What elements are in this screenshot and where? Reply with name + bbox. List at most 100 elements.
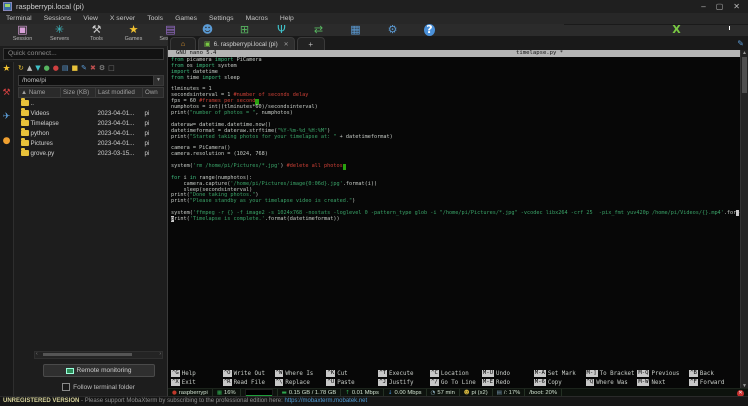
footer-text: - Please support MobaXterm by subscribin… <box>79 398 284 404</box>
menu-item-x-server[interactable]: X server <box>104 15 141 22</box>
menu-item-sessions[interactable]: Sessions <box>38 15 78 22</box>
nano-shortcut-set-mark[interactable]: M-ASet Mark <box>534 369 586 378</box>
sidebar-dock: ★ ⚒ ✈ ● <box>0 62 14 397</box>
nano-shortcut-back[interactable]: ^BBack <box>689 369 741 378</box>
path-dropdown-icon[interactable]: ▼ <box>153 76 163 85</box>
file-row[interactable]: Pictures2023-04-01...pi <box>19 138 164 148</box>
nano-shortcut-execute[interactable]: ^TExecute <box>378 369 430 378</box>
file-row[interactable]: grove.py2023-03-15...pi <box>19 148 164 158</box>
tools-dock-icon[interactable]: ⚒ <box>2 88 10 98</box>
refresh-icon[interactable]: ↻ <box>18 64 24 72</box>
path-input[interactable]: /home/pi <box>19 77 153 84</box>
edit-icon[interactable]: ✎ <box>81 64 87 72</box>
close-button[interactable]: ✕ <box>733 2 740 11</box>
settings-icon: ⚙ <box>388 24 398 36</box>
file-row[interactable]: python2023-04-01...pi <box>19 128 164 138</box>
sftp-icon[interactable]: ● <box>3 136 11 146</box>
file-modified: 2023-04-01... <box>96 108 143 118</box>
nano-shortcut-location[interactable]: ^CLocation <box>430 369 482 378</box>
quick-connect-input[interactable]: Quick connect... <box>3 48 164 60</box>
tab-home[interactable]: ⌂ <box>170 37 196 50</box>
column-header-2[interactable]: Last modified <box>96 88 143 98</box>
folder-up-icon[interactable]: ▲ <box>27 64 32 72</box>
menu-item-help[interactable]: Help <box>274 15 300 22</box>
nano-shortcut-go-to-line[interactable]: ^/Go To Line <box>430 378 482 387</box>
tab-close-icon[interactable]: ✕ <box>284 41 289 48</box>
nano-shortcut-next[interactable]: M-WNext <box>637 378 689 387</box>
nano-shortcut-copy[interactable]: M-6Copy <box>534 378 586 387</box>
session-icon: ▣ <box>17 24 27 36</box>
menu-item-view[interactable]: View <box>77 15 104 22</box>
code-area[interactable]: from picamera import PiCamerafrom os imp… <box>168 57 748 223</box>
games-button[interactable]: ★Games <box>115 24 152 42</box>
menu-item-settings[interactable]: Settings <box>203 15 240 22</box>
new-file-icon[interactable]: ▤ <box>62 64 69 72</box>
nano-shortcut-previous[interactable]: M-QPrevious <box>637 369 689 378</box>
shortcut-label: Forward <box>700 380 724 386</box>
column-header-3[interactable]: Own <box>143 88 164 98</box>
follow-terminal-folder[interactable]: Follow terminal folder <box>30 383 167 391</box>
link-icon[interactable]: ⚙ <box>99 64 105 72</box>
macros-icon[interactable]: ✈ <box>3 112 11 122</box>
shortcut-key: ^J <box>378 379 387 386</box>
nano-shortcut-replace[interactable]: ^\Replace <box>275 378 327 387</box>
file-row[interactable]: .. <box>19 98 164 109</box>
sidebar: Quick connect... ★⚒✈● ↻▲▼●●▤■✎✖⚙□ /home/… <box>0 46 168 397</box>
shortcut-key: ^O <box>223 370 232 377</box>
scrollbar-thumb[interactable] <box>43 353 132 356</box>
nano-shortcut-cut[interactable]: ^KCut <box>326 369 378 378</box>
new-tab-button[interactable]: + <box>297 37 325 50</box>
nano-shortcut-to-bracket[interactable]: M-]To Bracket <box>586 369 638 378</box>
follow-checkbox[interactable] <box>62 383 70 391</box>
path-row: /home/pi ▼ <box>18 75 164 86</box>
nano-shortcut-redo[interactable]: M-ERedo <box>482 378 534 387</box>
nano-shortcut-justify[interactable]: ^JJustify <box>378 378 430 387</box>
nano-shortcut-where-was[interactable]: ^QWhere Was <box>586 378 638 387</box>
menu-item-macros[interactable]: Macros <box>240 15 274 22</box>
scroll-right-icon[interactable]: › <box>159 351 161 357</box>
delete-icon[interactable]: ✖ <box>90 64 96 72</box>
shortcut-label: Replace <box>285 380 309 386</box>
edit-pencil-icon[interactable]: ✎ <box>737 39 744 48</box>
file-row[interactable]: Timelapse2023-04-01...pi <box>19 118 164 128</box>
file-modified: 2023-04-01... <box>96 128 143 138</box>
nano-shortcut-undo[interactable]: M-UUndo <box>482 369 534 378</box>
download-icon[interactable]: ▼ <box>35 64 40 72</box>
nano-shortcut-read-file[interactable]: ^RRead File <box>223 378 275 387</box>
nano-shortcut-forward[interactable]: ^FForward <box>689 378 741 387</box>
terminal-scroll-thumb[interactable] <box>742 57 747 93</box>
file-row[interactable]: Videos2023-04-01...pi <box>19 108 164 118</box>
sessions-icon: ▤ <box>165 24 175 36</box>
column-header-1[interactable]: Size (KB) <box>61 88 96 98</box>
column-header-0[interactable]: ▲ Name <box>19 88 61 98</box>
horizontal-scrollbar[interactable]: ‹ › <box>34 351 163 359</box>
servers-button[interactable]: ✳Servers <box>41 24 78 42</box>
home-icon: ⌂ <box>181 41 185 48</box>
follow-label: Follow terminal folder <box>73 384 135 391</box>
folder-icon <box>21 110 29 116</box>
play-icon[interactable]: ● <box>44 64 50 72</box>
maximize-button[interactable]: ▢ <box>716 2 724 11</box>
scroll-left-icon[interactable]: ‹ <box>36 351 38 357</box>
tab-active-session[interactable]: ▣ 6. raspberrypi.local (pi) ✕ <box>198 37 295 50</box>
minimize-button[interactable]: – <box>701 2 705 11</box>
menu-item-tools[interactable]: Tools <box>141 15 169 22</box>
terminal-pane[interactable]: GNU nano 5.4 timelapse.py * from picamer… <box>168 50 748 389</box>
stop-icon[interactable]: ● <box>53 64 59 72</box>
hide-icon[interactable]: □ <box>108 64 115 72</box>
new-folder-icon[interactable]: ■ <box>72 64 79 72</box>
nano-shortcut-write-out[interactable]: ^OWrite Out <box>223 369 275 378</box>
nano-shortcut-where-is[interactable]: ^WWhere Is <box>275 369 327 378</box>
footer-link[interactable]: https://mobaxterm.mobatek.net <box>284 398 367 404</box>
scroll-up-icon[interactable]: ▲ <box>741 50 748 56</box>
nano-shortcut-exit[interactable]: ^XExit <box>171 378 223 387</box>
tools-button[interactable]: ⚒Tools <box>78 24 115 42</box>
menu-item-terminal[interactable]: Terminal <box>0 15 38 22</box>
terminal-scrollbar[interactable]: ▲ ▼ <box>740 50 748 389</box>
sessions-star-icon[interactable]: ★ <box>2 64 10 74</box>
nano-shortcut-paste[interactable]: ^UPaste <box>326 378 378 387</box>
menu-item-games[interactable]: Games <box>169 15 203 22</box>
session-button[interactable]: ▣Session <box>4 24 41 42</box>
nano-shortcut-help[interactable]: ^GHelp <box>171 369 223 378</box>
remote-monitoring-button[interactable]: Remote monitoring <box>43 364 155 377</box>
